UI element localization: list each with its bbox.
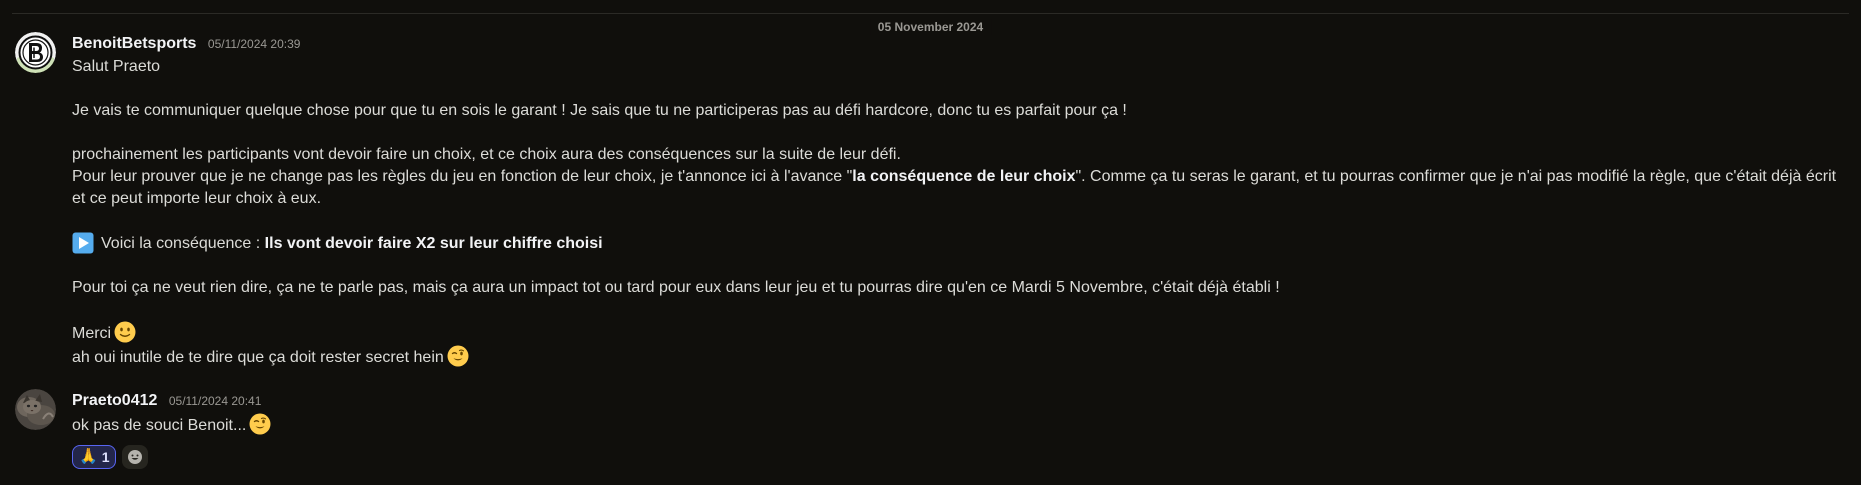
- text-segment: Voici la conséquence :: [101, 235, 265, 252]
- message-content: Praeto0412 05/11/2024 20:41 ok pas de so…: [72, 389, 1837, 470]
- message-line: Pour leur prouver que je ne change pas l…: [72, 166, 1837, 210]
- bold-text: Ils vont devoir faire X2 sur leur chiffr…: [264, 235, 603, 252]
- slightly-smiling-face-emoji-icon: [114, 321, 136, 343]
- avatar[interactable]: [15, 389, 56, 430]
- message-line: ah oui inutile de te dire que ça doit re…: [72, 345, 1837, 369]
- play-button-emoji-icon: [72, 232, 94, 254]
- text-segment: ok pas de souci Benoit...: [72, 417, 247, 434]
- message-body: ok pas de souci Benoit...: [72, 413, 1837, 437]
- text-segment: ah oui inutile de te dire que ça doit re…: [72, 349, 444, 366]
- cat-photo-icon: [15, 389, 56, 430]
- avatar[interactable]: [15, 32, 56, 73]
- timestamp: 05/11/2024 20:39: [207, 37, 301, 51]
- message-line: Merci: [72, 321, 1837, 345]
- reactions-bar: 🙏 1: [72, 444, 1837, 470]
- message-content: BenoitBetsports 05/11/2024 20:39 Salut P…: [72, 32, 1837, 369]
- benoitbetsports-logo-icon: [15, 32, 56, 73]
- message-line: Voici la conséquence : Ils vont devoir f…: [72, 232, 1837, 255]
- date-divider: 05 November 2024: [12, 13, 1849, 35]
- add-reaction-button[interactable]: [122, 445, 149, 469]
- message-line: ok pas de souci Benoit...: [72, 413, 1837, 437]
- username[interactable]: Praeto0412: [72, 392, 157, 409]
- text-segment: Merci: [72, 325, 112, 342]
- add-reaction-smiley-icon: [128, 450, 143, 464]
- bold-text: la conséquence de leur choix: [852, 168, 1076, 185]
- reaction-folded-hands[interactable]: 🙏 1: [72, 445, 117, 469]
- message-line: Je vais te communiquer quelque chose pou…: [72, 102, 1127, 119]
- message-body: Salut Praeto Je vais te communiquer quel…: [72, 56, 1837, 369]
- username[interactable]: BenoitBetsports: [72, 35, 196, 52]
- message-line: Salut Praeto: [72, 58, 161, 75]
- timestamp: 05/11/2024 20:41: [168, 394, 262, 408]
- message-header: BenoitBetsports 05/11/2024 20:39: [72, 32, 1837, 56]
- text-segment: Pour leur prouver que je ne change pas l…: [72, 168, 853, 185]
- message-header: Praeto0412 05/11/2024 20:41: [72, 389, 1837, 413]
- winking-face-emoji-icon: [249, 413, 271, 435]
- reaction-count: 1: [101, 449, 110, 465]
- message-line: Pour toi ça ne veut rien dire, ça ne te …: [72, 279, 1280, 296]
- folded-hands-emoji-icon: 🙏: [79, 448, 98, 465]
- message-line: prochainement les participants vont devo…: [72, 146, 901, 163]
- winking-face-emoji-icon: [447, 345, 469, 367]
